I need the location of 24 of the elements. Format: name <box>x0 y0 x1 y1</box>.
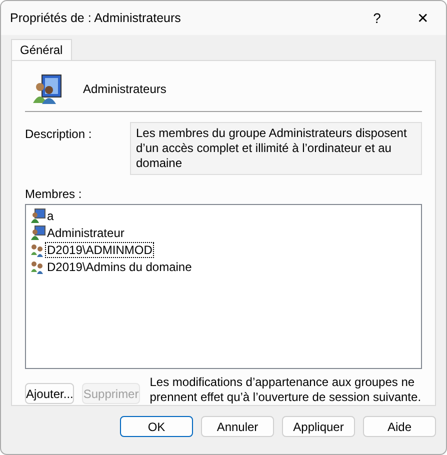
window-title: Propriétés de : Administrateurs <box>10 11 182 25</box>
members-list[interactable]: a Administrateur D2019\ADMINMOD D2019\Admins du domaine <box>25 204 422 369</box>
dialog-button[interactable]: Annuler <box>201 416 274 437</box>
users-icon <box>30 242 46 258</box>
description-field[interactable]: Les membres du groupe Administrateurs disposent d’un accès complet et illimité à l’ordinateur et au domaine <box>130 122 422 175</box>
member-item[interactable]: a <box>46 209 55 224</box>
member-item[interactable]: D2019\Admins du domaine <box>46 260 193 274</box>
description-label: Description : <box>25 126 93 143</box>
members-label: Membres : <box>25 186 83 201</box>
tab[interactable]: Général <box>11 39 72 60</box>
group-computer-icon <box>31 72 63 105</box>
users-icon <box>30 259 46 276</box>
dialog-button[interactable]: Appliquer <box>282 416 355 437</box>
member-item[interactable]: D2019\ADMINMOD <box>46 243 154 258</box>
help-button[interactable]: ? <box>354 1 400 35</box>
member-item[interactable]: Administrateur <box>46 226 126 240</box>
info-note: Les modifications d’appartenance aux groupes ne prennent effet qu’à l’ouverture de session suivante. <box>150 375 422 405</box>
dialog-button[interactable]: OK <box>120 416 193 437</box>
group-name: Administrateurs <box>83 82 166 96</box>
add-button[interactable]: Ajouter... <box>25 383 74 404</box>
dialog-button[interactable]: Aide <box>363 416 436 437</box>
user-computer-icon <box>30 208 46 224</box>
user-computer-icon <box>30 225 46 242</box>
close-button[interactable]: ✕ <box>400 1 446 35</box>
